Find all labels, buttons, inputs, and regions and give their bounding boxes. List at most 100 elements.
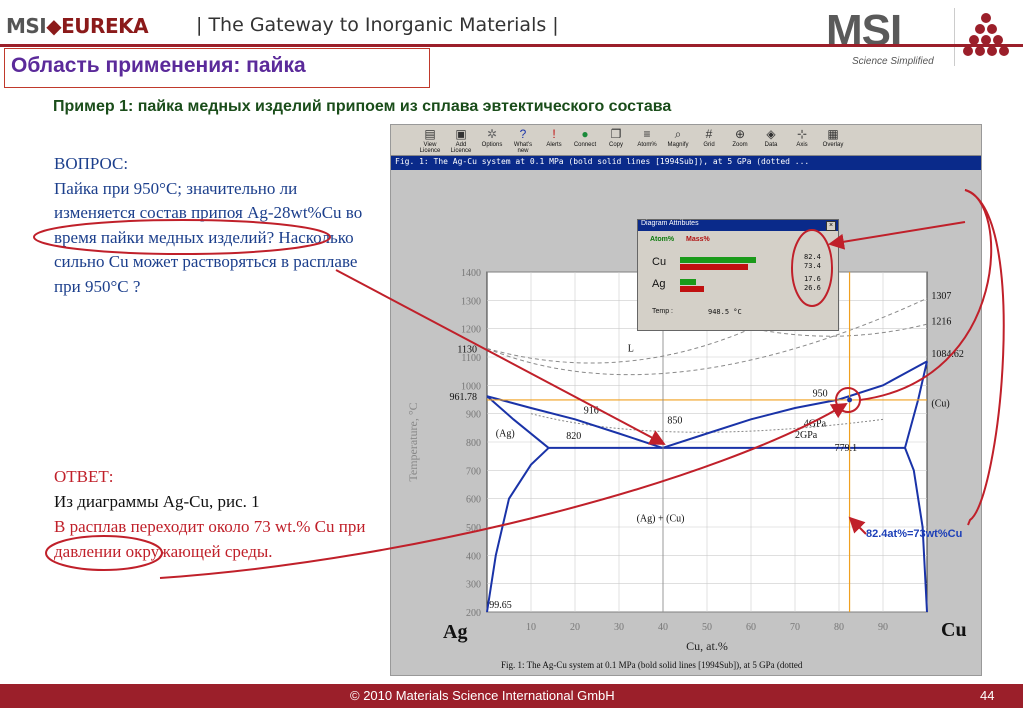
label-two-phase: (Ag) + (Cu) bbox=[637, 513, 685, 524]
toolbar-label: Atom% bbox=[637, 142, 657, 148]
label-2gpa: 2GPa bbox=[795, 430, 818, 441]
label-99-65: 99.65 bbox=[489, 600, 512, 611]
toolbar-button-view-licence[interactable]: ▤ View Licence bbox=[415, 126, 445, 154]
tagline: | The Gateway to Inorganic Materials | bbox=[196, 14, 559, 36]
alert-icon: ! bbox=[552, 127, 556, 141]
question-head: ВОПРОС: bbox=[54, 154, 129, 173]
atom-value-ag: 17.6 bbox=[804, 275, 821, 283]
magnify-icon: ⌕ bbox=[674, 127, 682, 141]
y-tick-label: 500 bbox=[466, 523, 481, 534]
x-tick-label: 60 bbox=[746, 622, 756, 633]
label-850: 850 bbox=[667, 416, 682, 427]
close-icon[interactable]: × bbox=[826, 221, 836, 231]
toolbar-label: What's new bbox=[513, 142, 533, 154]
data-icon: ◈ bbox=[766, 127, 776, 141]
mass-bar-cu bbox=[680, 264, 748, 270]
mass-bar-ag bbox=[680, 286, 705, 292]
temp-value: 948.5 °C bbox=[708, 308, 742, 316]
logo-eureka-text: EUREKA bbox=[61, 14, 149, 38]
toolbar-label: Add Licence bbox=[450, 142, 472, 154]
toolbar-button-atom-[interactable]: ≡ Atom% bbox=[632, 126, 662, 154]
axis-icon: ⊹ bbox=[796, 127, 808, 141]
toolbar-button-overlay[interactable]: ▦ Overlay bbox=[818, 126, 848, 154]
toolbar-button-options[interactable]: ✲ Options bbox=[477, 126, 507, 154]
label-cu-phase: (Cu) bbox=[931, 399, 949, 410]
y-axis-label: Temperature, °C bbox=[406, 402, 420, 481]
diagram-attributes-title: Diagram Attributes bbox=[638, 220, 838, 231]
composition-callout: 82.4at%=73wt%Cu bbox=[866, 528, 963, 540]
atom-value-cu: 82.4 bbox=[804, 253, 821, 261]
toolbar-button-what-s-new[interactable]: ? What's new bbox=[508, 126, 538, 154]
toolbar-button-add-licence[interactable]: ▣ Add Licence bbox=[446, 126, 476, 154]
label-1084-62: 1084.62 bbox=[931, 349, 964, 360]
label-liquid: L bbox=[628, 343, 634, 354]
x-tick-label: 40 bbox=[658, 622, 668, 633]
x-tick-label: 50 bbox=[702, 622, 712, 633]
element-label-ag: Ag bbox=[652, 278, 666, 290]
question-body: Пайка при 950°С; значительно ли изменяет… bbox=[54, 178, 363, 296]
atom-icon: ≡ bbox=[643, 127, 651, 141]
label-1216: 1216 bbox=[931, 316, 951, 327]
page-title: Область применения: пайка bbox=[11, 54, 306, 77]
toolbar-label: Copy bbox=[608, 142, 623, 148]
toolbar-button-data[interactable]: ◈ Data bbox=[756, 126, 786, 154]
y-tick-label: 800 bbox=[466, 438, 481, 449]
x-axis-label: Cu, at.% bbox=[686, 639, 728, 653]
toolbar-button-magnify[interactable]: ⌕ Magnify bbox=[663, 126, 693, 154]
toolbar-button-copy[interactable]: ❐ Copy bbox=[601, 126, 631, 154]
title-box: Область применения: пайка bbox=[4, 48, 430, 88]
globe-icon: ● bbox=[581, 127, 589, 141]
example-heading: Пример 1: пайка медных изделий припоем и… bbox=[53, 98, 672, 115]
brand-big-text: MSI bbox=[826, 6, 902, 55]
label-4gpa: 4GPa bbox=[804, 418, 827, 429]
header-divider bbox=[0, 44, 1023, 47]
left-element-label: Ag bbox=[443, 621, 467, 643]
label-916: 916 bbox=[584, 406, 599, 417]
toolbar-button-axis[interactable]: ⊹ Axis bbox=[787, 126, 817, 154]
add-licence-icon: ▣ bbox=[455, 127, 467, 141]
label-961-78: 961.78 bbox=[450, 392, 478, 403]
toolbar-label: Magnify bbox=[667, 142, 689, 148]
licence-icon: ▤ bbox=[424, 127, 436, 141]
toolbar-label: Axis bbox=[796, 142, 808, 148]
toolbar-button-alerts[interactable]: ! Alerts bbox=[539, 126, 569, 154]
label-1130: 1130 bbox=[457, 345, 477, 356]
y-tick-label: 1400 bbox=[461, 268, 481, 279]
answer-body: В расплав переходит около 73 wt.% Cu при… bbox=[54, 517, 366, 561]
y-tick-label: 400 bbox=[466, 551, 481, 562]
y-tick-label: 200 bbox=[466, 608, 481, 619]
toolbar-button-grid[interactable]: # Grid bbox=[694, 126, 724, 154]
logo-msi-text: MSI bbox=[6, 14, 47, 38]
x-tick-label: 70 bbox=[790, 622, 800, 633]
triangle-logo-icon bbox=[954, 8, 1009, 66]
zoom-icon: ⊕ bbox=[734, 127, 746, 141]
right-element-label: Cu bbox=[941, 619, 967, 641]
y-tick-label: 300 bbox=[466, 580, 481, 591]
toolbar-label: Zoom bbox=[732, 142, 748, 148]
toolbar-button-connect[interactable]: ● Connect bbox=[570, 126, 600, 154]
mass-value-ag: 26.6 bbox=[804, 284, 821, 292]
atom-bar-ag bbox=[680, 279, 697, 285]
app-screenshot: ▤ View Licence ▣ Add Licence ✲ Options? What's… bbox=[390, 124, 982, 676]
copy-icon: ❐ bbox=[610, 127, 622, 141]
toolbar-button-zoom[interactable]: ⊕ Zoom bbox=[725, 126, 755, 154]
figure-caption: Fig. 1: The Ag-Cu system at 0.1 MPa (bol… bbox=[501, 660, 803, 670]
composition-point bbox=[847, 397, 853, 403]
label-779-1: 779.1 bbox=[835, 443, 858, 454]
logo-drop-icon: ◆ bbox=[46, 14, 62, 38]
element-label-cu: Cu bbox=[652, 256, 667, 268]
window-title: Fig. 1: The Ag-Cu system at 0.1 MPa (bol… bbox=[395, 157, 810, 166]
x-tick-label: 20 bbox=[570, 622, 580, 633]
toolbar-label: Connect bbox=[573, 142, 597, 148]
x-tick-label: 90 bbox=[878, 622, 888, 633]
label-820: 820 bbox=[566, 431, 581, 442]
label-ag-phase: (Ag) bbox=[496, 428, 515, 439]
atom-bar-cu bbox=[680, 257, 756, 263]
toolbar-label: Options bbox=[481, 142, 503, 148]
answer-reference: Из диаграммы Ag-Cu, рис. 1 bbox=[54, 492, 260, 511]
brand-sub-text: Science Simplified bbox=[852, 56, 934, 67]
x-tick-label: 80 bbox=[834, 622, 844, 633]
toolbar-label: View Licence bbox=[419, 142, 441, 154]
app-toolbar: ▤ View Licence ▣ Add Licence ✲ Options? What's… bbox=[391, 125, 981, 156]
y-tick-label: 1300 bbox=[461, 296, 481, 307]
